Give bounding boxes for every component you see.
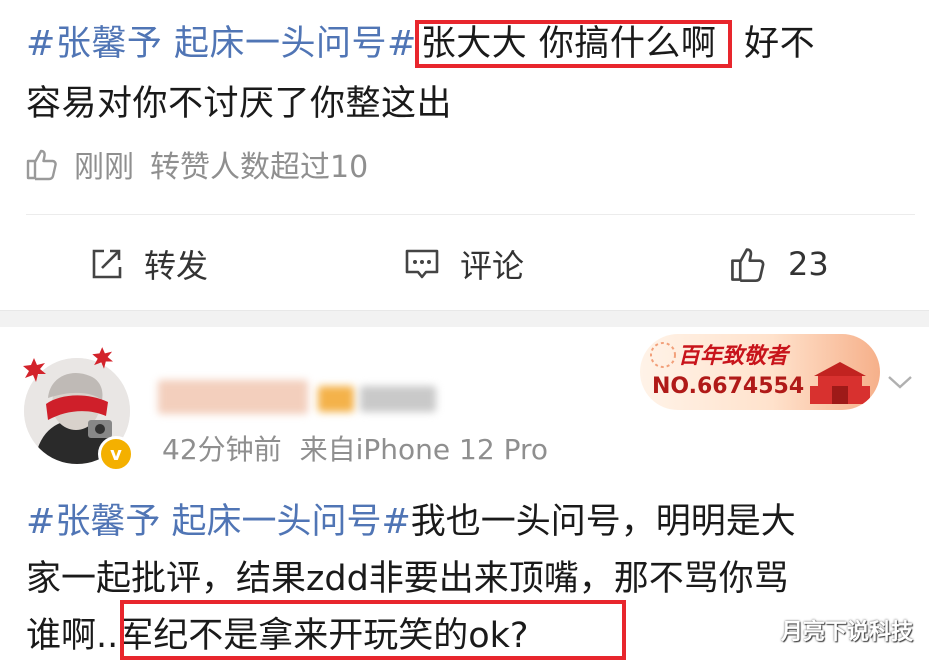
hashtag-link[interactable]: #张馨予 起床一头问号#	[26, 502, 411, 542]
sparkle-icon	[23, 358, 46, 382]
post-source: 来自iPhone 12 Pro	[299, 433, 549, 466]
highlight-box	[120, 600, 626, 660]
section-gap	[0, 310, 929, 327]
post-text-line1: #张馨予 起床一头问号# 张大大 你搞什么啊 好不	[26, 12, 815, 76]
chevron-down-icon[interactable]	[886, 372, 914, 392]
post-time: 42分钟前	[162, 433, 282, 466]
award-badge[interactable]: 百年致敬者 NO.6674554	[640, 334, 880, 410]
highlighted-text: 张大大 你搞什么啊	[414, 20, 733, 68]
award-title: 百年致敬者	[678, 343, 789, 369]
blurred-badge	[318, 386, 354, 412]
blurred-username[interactable]	[158, 380, 308, 414]
post-time: 刚刚	[74, 150, 134, 185]
share-icon	[92, 249, 122, 279]
comment-label: 评论	[460, 247, 525, 285]
thumbs-up-icon	[26, 149, 57, 181]
firework-icon	[650, 342, 676, 368]
repost-label: 转发	[144, 247, 209, 285]
hashtag-link[interactable]: #张馨予 起床一头问号#	[26, 24, 417, 64]
repost-note: 转赞人数超过10	[150, 150, 369, 185]
post-card-1: #张馨予 起床一头问号# 张大大 你搞什么啊 好不 容易对你不讨厌了你整这出 刚刚…	[0, 0, 929, 310]
post2-line1: #张馨予 起床一头问号#我也一头问号，明明是大	[26, 494, 916, 551]
verified-badge-icon: v	[98, 436, 134, 472]
post-text-tail: 好不	[744, 24, 816, 64]
sparkle-icon	[92, 347, 113, 369]
like-count: 23	[788, 245, 829, 283]
post-meta-2: 42分钟前 来自iPhone 12 Pro	[162, 428, 548, 468]
watermark: 月亮下说科技	[780, 620, 913, 645]
action-bar: 转发 评论 23	[0, 236, 929, 292]
divider	[26, 214, 915, 215]
comment-icon	[405, 249, 439, 279]
post-text-line2: 容易对你不讨厌了你整这出	[26, 84, 453, 124]
award-number: NO.6674554	[652, 374, 805, 399]
blurred-badge	[360, 386, 436, 412]
thumbs-up-icon	[731, 248, 765, 282]
repost-button[interactable]: 转发	[88, 236, 208, 292]
comment-button[interactable]: 评论	[404, 236, 524, 292]
post-meta: 刚刚 转赞人数超过10	[24, 142, 368, 186]
building-icon	[810, 362, 870, 404]
post2-line1-rest: 我也一头问号，明明是大	[410, 502, 796, 542]
like-button[interactable]: 23	[728, 236, 829, 292]
